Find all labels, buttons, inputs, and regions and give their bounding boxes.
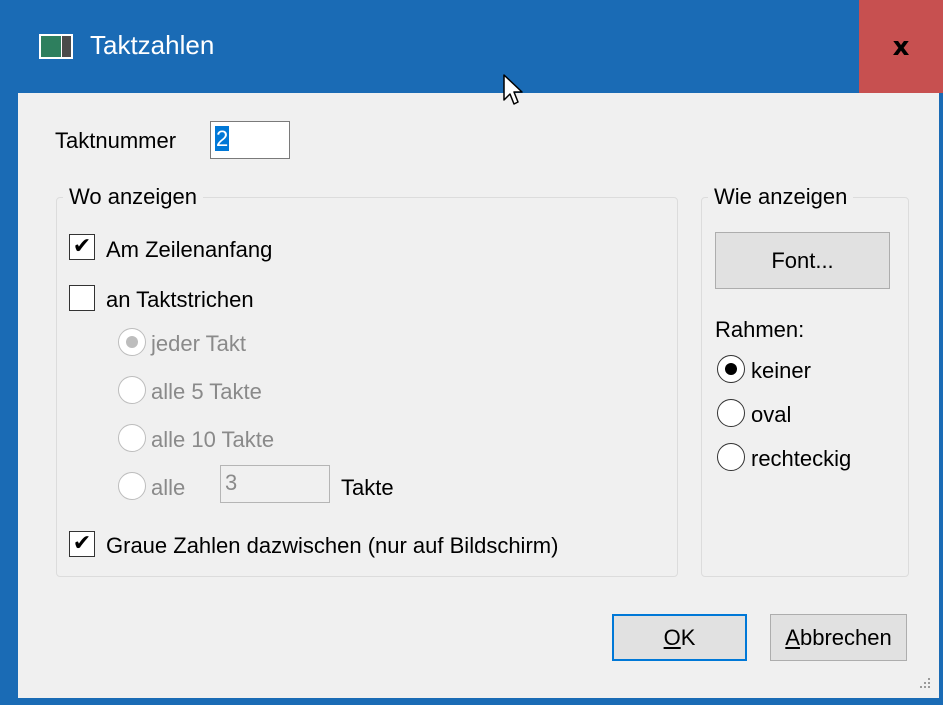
window-title: Taktzahlen — [90, 30, 215, 60]
alle-10-takte-label[interactable]: alle 10 Takte — [151, 427, 274, 453]
cancel-button-label: Abbrechen — [785, 624, 892, 650]
takte-suffix-label: Takte — [341, 475, 394, 500]
an-taktstrichen-checkbox[interactable] — [69, 285, 95, 311]
radio-rahmen-rechteckig[interactable] — [717, 443, 745, 471]
graue-zahlen-label[interactable]: Graue Zahlen dazwischen (nur auf Bildsch… — [106, 533, 558, 559]
radio-rahmen-oval[interactable] — [717, 399, 745, 427]
jeder-takt-label[interactable]: jeder Takt — [151, 331, 246, 357]
radio-alle-5-takte[interactable] — [118, 376, 146, 404]
taktnummer-value: 2 — [215, 126, 230, 151]
close-icon: x — [892, 31, 910, 62]
alle-n-takte-value: 3 — [225, 470, 238, 495]
title-bar[interactable]: Taktzahlen x — [0, 0, 943, 93]
alle-label[interactable]: alle — [151, 475, 185, 501]
radio-selected-dot — [725, 363, 737, 375]
dialog-client-area: Taktnummer 2 Wo anzeigen ✔ Am Zeilenanfa… — [18, 93, 939, 698]
dialog-window: Taktzahlen x Taktnummer 2 Wo anzeigen ✔ … — [0, 0, 943, 705]
graue-zahlen-checkbox[interactable]: ✔ — [69, 531, 95, 557]
taktnummer-input[interactable]: 2 — [210, 121, 290, 159]
alle-n-takte-input[interactable]: 3 — [220, 465, 330, 503]
checkmark-icon: ✔ — [72, 531, 92, 556]
am-zeilenanfang-label[interactable]: Am Zeilenanfang — [106, 237, 272, 263]
wo-anzeigen-title: Wo anzeigen — [63, 184, 204, 210]
an-taktstrichen-label[interactable]: an Taktstrichen — [106, 287, 254, 313]
ok-button[interactable]: OK — [612, 614, 747, 661]
close-button[interactable]: x — [859, 0, 943, 93]
font-button[interactable]: Font... — [715, 232, 890, 289]
am-zeilenanfang-checkbox[interactable]: ✔ — [69, 234, 95, 260]
rahmen-keiner-label[interactable]: keiner — [751, 358, 811, 384]
radio-jeder-takt[interactable] — [118, 328, 146, 356]
cancel-button[interactable]: Abbrechen — [770, 614, 907, 661]
radio-alle-n-takte[interactable] — [118, 472, 146, 500]
alle-5-takte-label[interactable]: alle 5 Takte — [151, 379, 262, 405]
rahmen-oval-label[interactable]: oval — [751, 402, 791, 428]
radio-alle-10-takte[interactable] — [118, 424, 146, 452]
rahmen-label: Rahmen: — [715, 317, 805, 342]
radio-rahmen-keiner[interactable] — [717, 355, 745, 383]
resize-grip-icon[interactable] — [917, 676, 931, 690]
taktnummer-label: Taktnummer — [55, 128, 177, 153]
radio-selected-dot — [126, 336, 138, 348]
app-icon — [39, 34, 73, 59]
rahmen-rechteckig-label[interactable]: rechteckig — [751, 446, 851, 472]
ok-button-label: OK — [663, 624, 696, 650]
font-button-label: Font... — [771, 247, 834, 273]
wie-anzeigen-title: Wie anzeigen — [708, 184, 854, 210]
checkmark-icon: ✔ — [72, 234, 92, 259]
mouse-pointer-icon — [503, 74, 523, 105]
